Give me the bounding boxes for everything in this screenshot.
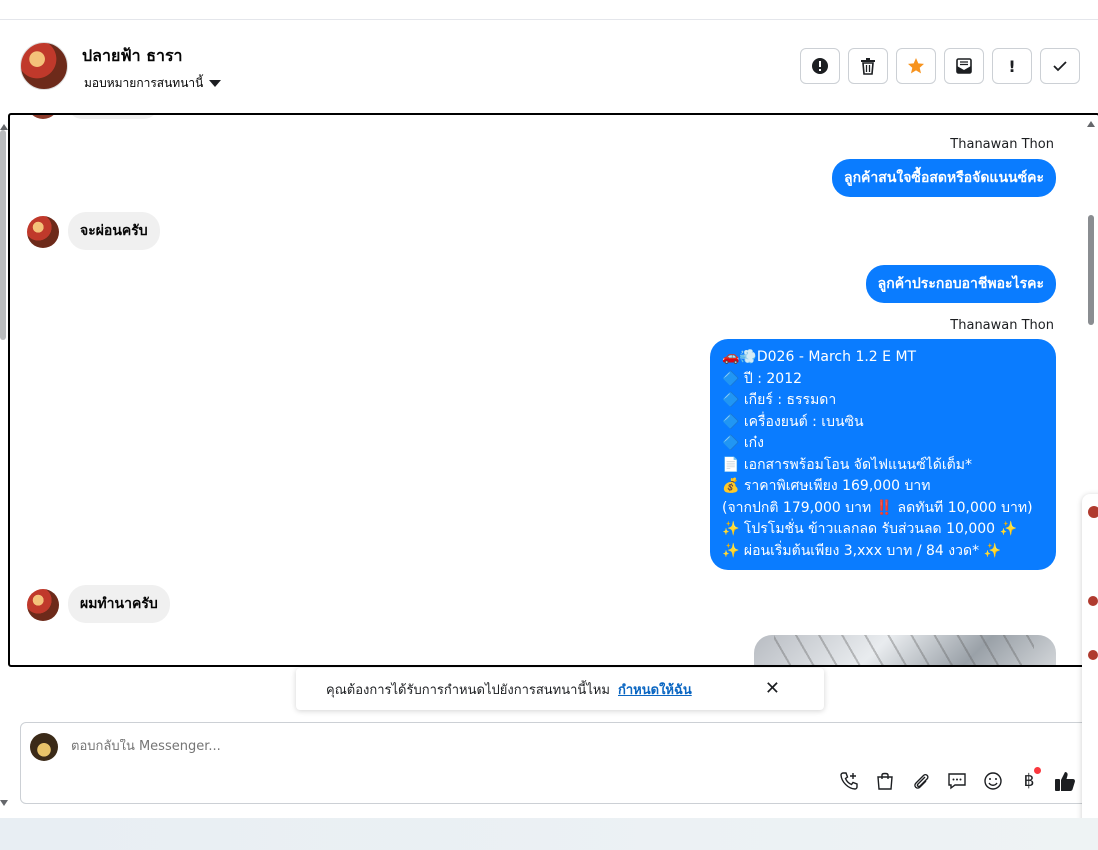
image-attachment[interactable] <box>754 635 1056 665</box>
contact-avatar-small[interactable] <box>27 216 59 248</box>
listing-line: 🔷 เครื่องยนต์ : เบนซิน <box>722 413 864 430</box>
thread-scroll-up-arrow[interactable] <box>1087 121 1095 127</box>
reply-input[interactable] <box>71 739 671 754</box>
done-button[interactable] <box>1040 48 1080 84</box>
sender-name: Thanawan Thon <box>950 318 1054 333</box>
saved-reply-icon[interactable] <box>945 769 969 793</box>
alert-circle-icon <box>812 58 828 74</box>
assign-to-me-link[interactable]: กำหนดให้ฉัน <box>618 679 692 700</box>
notification-dot <box>1034 767 1041 774</box>
conversation-header: ปลายฟ้า ธารา มอบหมายการสนทนานี้ ! <box>20 40 1080 100</box>
message-thread[interactable]: Thanawan Thon ลูกค้าสนใจซื้อสดหรือจัดแนน… <box>8 113 1098 667</box>
attachment-icon[interactable] <box>909 769 933 793</box>
exclamation-icon: ! <box>1008 56 1016 76</box>
contact-name[interactable]: ปลายฟ้า ธารา <box>82 44 183 69</box>
conversation-toolbar: ! <box>800 48 1080 84</box>
listing-line: (จากปกติ 179,000 บาท ‼️ ลดทันที 10,000 บ… <box>722 499 1033 516</box>
important-button[interactable]: ! <box>992 48 1032 84</box>
incoming-message[interactable]: ผมทำนาครับ <box>68 585 170 623</box>
delete-button[interactable] <box>848 48 888 84</box>
listing-line: 🚗💨D026 - March 1.2 E MT <box>722 349 917 365</box>
side-avatar[interactable] <box>1088 506 1098 518</box>
spam-button[interactable] <box>800 48 840 84</box>
listing-line: 🔷 ปี : 2012 <box>722 370 803 387</box>
thumbs-up-icon[interactable] <box>1053 769 1077 793</box>
call-add-icon[interactable] <box>837 769 861 793</box>
composer-toolbar: ฿ <box>837 767 1077 793</box>
star-icon <box>908 58 924 74</box>
listing-line: 📄 เอกสารพร้อมโอน จัดไฟแนนซ์ได้เต็ม* <box>722 456 972 473</box>
listing-line: 🔷 เก๋ง <box>722 435 764 451</box>
sender-name: Thanawan Thon <box>950 137 1054 152</box>
scroll-down-arrow[interactable] <box>0 800 8 806</box>
outgoing-message[interactable]: ลูกค้าประกอบอาชีพอะไรคะ <box>865 265 1056 303</box>
sidebar-scrollbar[interactable] <box>0 130 6 340</box>
bottom-strip <box>0 818 1098 850</box>
scroll-up-arrow[interactable] <box>0 124 8 130</box>
assign-prompt-banner: คุณต้องการได้รับการกำหนดไปยังการสนทนานี้… <box>296 668 824 710</box>
page-avatar <box>30 733 58 761</box>
caret-down-icon <box>209 80 222 87</box>
outgoing-message[interactable]: ลูกค้าสนใจซื้อสดหรือจัดแนนซ์คะ <box>832 159 1056 197</box>
assign-conversation-dropdown[interactable]: มอบหมายการสนทนานี้ <box>84 74 222 93</box>
close-icon[interactable]: ✕ <box>765 678 780 699</box>
previous-message-bubble <box>68 115 158 119</box>
incoming-message[interactable]: จะผ่อนครับ <box>68 212 160 250</box>
trash-icon <box>861 58 875 75</box>
contact-avatar-small[interactable] <box>27 589 59 621</box>
listing-line: 🔷 เกียร์ : ธรรมดา <box>722 392 837 408</box>
payment-baht-icon[interactable]: ฿ <box>1017 767 1041 793</box>
envelope-icon <box>956 58 972 74</box>
listing-line: ✨ ผ่อนเริ่มต้นเพียง 3,xxx บาท / 84 งวด* … <box>722 542 1001 559</box>
assign-prompt-text: คุณต้องการได้รับการกำหนดไปยังการสนทนานี้… <box>326 682 610 698</box>
previous-message-avatar <box>27 115 59 119</box>
top-bar <box>0 0 1098 20</box>
side-avatar[interactable] <box>1088 650 1098 660</box>
side-panel-edge[interactable] <box>1082 494 1098 830</box>
check-icon <box>1053 61 1067 72</box>
emoji-icon[interactable] <box>981 769 1005 793</box>
side-avatar[interactable] <box>1088 596 1098 606</box>
listing-line: 💰 ราคาพิเศษเพียง 169,000 บาท <box>722 478 931 494</box>
car-listing-message[interactable]: 🚗💨D026 - March 1.2 E MT 🔷 ปี : 2012 🔷 เก… <box>710 339 1056 570</box>
shopping-bag-icon[interactable] <box>873 769 897 793</box>
thread-scrollbar[interactable] <box>1088 215 1094 325</box>
listing-line: ✨ โปรโมชั่น ข้าวแลกลด รับส่วนลด 10,000 ✨ <box>722 521 1017 537</box>
assign-label: มอบหมายการสนทนานี้ <box>84 76 204 90</box>
reply-composer: ฿ <box>20 722 1088 804</box>
mark-unread-button[interactable] <box>944 48 984 84</box>
contact-avatar[interactable] <box>20 42 68 90</box>
star-button[interactable] <box>896 48 936 84</box>
